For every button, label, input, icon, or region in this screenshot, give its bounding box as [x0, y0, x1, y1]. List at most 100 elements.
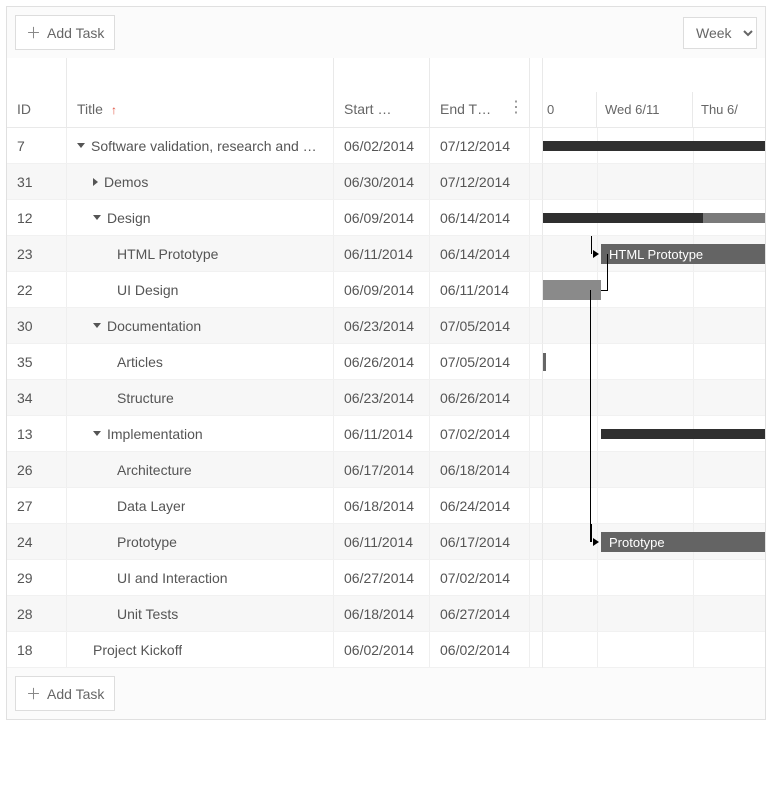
table-row[interactable]: 30Documentation06/23/201407/05/2014 [7, 308, 542, 344]
cell-end: 06/14/2014 [430, 236, 530, 271]
gantt-header: 0Wed 6/11Thu 6/ [542, 58, 765, 128]
dependency-arrow-icon [593, 250, 599, 258]
cell-id: 12 [7, 200, 67, 235]
col-header-id[interactable]: ID [7, 58, 67, 127]
tree-header-row: ID Title ↑ Start … End T… ⋮ [7, 58, 542, 128]
cell-start: 06/11/2014 [334, 416, 430, 451]
gantt-row[interactable] [542, 560, 765, 596]
table-row[interactable]: 13Implementation06/11/201407/02/2014 [7, 416, 542, 452]
cell-title[interactable]: Architecture [67, 452, 334, 487]
gantt-app: ＋ Add Task Week ID Title ↑ Start … End T… [6, 6, 766, 720]
table-row[interactable]: 26Architecture06/17/201406/18/2014 [7, 452, 542, 488]
cell-end: 06/27/2014 [430, 596, 530, 631]
gantt-row[interactable]: Prototype [542, 524, 765, 560]
toolbar: ＋ Add Task Week [7, 7, 765, 58]
tree-list-pane: ID Title ↑ Start … End T… ⋮ 7Software va… [7, 58, 542, 668]
cell-title[interactable]: Prototype [67, 524, 334, 559]
gantt-row[interactable] [542, 128, 765, 164]
gantt-summary-bar[interactable] [601, 429, 765, 439]
cell-start: 06/02/2014 [334, 128, 430, 163]
table-row[interactable]: 22UI Design06/09/201406/11/2014 [7, 272, 542, 308]
table-row[interactable]: 24Prototype06/11/201406/17/2014 [7, 524, 542, 560]
chevron-down-icon[interactable] [93, 323, 101, 328]
cell-end: 07/12/2014 [430, 128, 530, 163]
cell-end: 06/18/2014 [430, 452, 530, 487]
gantt-row[interactable] [542, 344, 765, 380]
cell-title[interactable]: Implementation [67, 416, 334, 451]
table-row[interactable]: 23HTML Prototype06/11/201406/14/2014 [7, 236, 542, 272]
task-title: Project Kickoff [93, 642, 182, 658]
chevron-down-icon[interactable] [77, 143, 85, 148]
column-menu-icon[interactable]: ⋮ [508, 97, 523, 117]
cell-title[interactable]: Data Layer [67, 488, 334, 523]
gantt-row[interactable] [542, 308, 765, 344]
table-row[interactable]: 12Design06/09/201406/14/2014 [7, 200, 542, 236]
gantt-task-bar[interactable] [543, 353, 546, 371]
cell-start: 06/27/2014 [334, 560, 430, 595]
task-title: Demos [104, 174, 148, 190]
gantt-row[interactable] [542, 200, 765, 236]
cell-title[interactable]: Structure [67, 380, 334, 415]
cell-title[interactable]: Design [67, 200, 334, 235]
cell-title[interactable]: Demos [67, 164, 334, 199]
gantt-task-bar[interactable]: HTML Prototype [601, 244, 765, 264]
add-task-button[interactable]: ＋ Add Task [15, 15, 115, 50]
table-row[interactable]: 34Structure06/23/201406/26/2014 [7, 380, 542, 416]
gantt-summary-bar[interactable] [543, 141, 765, 151]
chevron-right-icon[interactable] [93, 178, 98, 186]
cell-id: 23 [7, 236, 67, 271]
gantt-task-bar[interactable]: Prototype [601, 532, 765, 552]
cell-start: 06/17/2014 [334, 452, 430, 487]
cell-title[interactable]: Documentation [67, 308, 334, 343]
gantt-row[interactable] [542, 632, 765, 668]
add-task-label: Add Task [47, 25, 104, 41]
table-row[interactable]: 31Demos06/30/201407/12/2014 [7, 164, 542, 200]
gantt-row[interactable] [542, 164, 765, 200]
col-header-end[interactable]: End T… ⋮ [430, 58, 530, 127]
gantt-row[interactable]: HTML Prototype [542, 236, 765, 272]
gantt-task-bar[interactable] [543, 280, 601, 300]
cell-title[interactable]: Project Kickoff [67, 632, 334, 667]
add-task-button-footer[interactable]: ＋ Add Task [15, 676, 115, 711]
gantt-row[interactable] [542, 596, 765, 632]
table-row[interactable]: 27Data Layer06/18/201406/24/2014 [7, 488, 542, 524]
table-row[interactable]: 28Unit Tests06/18/201406/27/2014 [7, 596, 542, 632]
col-header-start[interactable]: Start … [334, 58, 430, 127]
cell-id: 31 [7, 164, 67, 199]
gantt-summary-bar[interactable] [543, 213, 703, 223]
gantt-row[interactable] [542, 488, 765, 524]
table-row[interactable]: 35Articles06/26/201407/05/2014 [7, 344, 542, 380]
cell-title[interactable]: Unit Tests [67, 596, 334, 631]
cell-title[interactable]: UI and Interaction [67, 560, 334, 595]
cell-title[interactable]: Software validation, research and … [67, 128, 334, 163]
col-header-title[interactable]: Title ↑ [67, 58, 334, 127]
cell-end: 07/12/2014 [430, 164, 530, 199]
gantt-rows[interactable]: HTML Prototype Prototype [542, 128, 765, 668]
cell-title[interactable]: Articles [67, 344, 334, 379]
plus-icon: ＋ [26, 22, 41, 43]
cell-id: 28 [7, 596, 67, 631]
table-row[interactable]: 29UI and Interaction06/27/201407/02/2014 [7, 560, 542, 596]
gantt-row[interactable] [542, 380, 765, 416]
gantt-pane: 0Wed 6/11Thu 6/ HTML Prototype Prototype [542, 58, 765, 668]
table-row[interactable]: 7Software validation, research and …06/0… [7, 128, 542, 164]
task-title: Documentation [107, 318, 201, 334]
cell-title[interactable]: HTML Prototype [67, 236, 334, 271]
cell-end: 06/26/2014 [430, 380, 530, 415]
view-select[interactable]: Week [683, 17, 757, 49]
chevron-down-icon[interactable] [93, 431, 101, 436]
cell-start: 06/23/2014 [334, 308, 430, 343]
gantt-row[interactable] [542, 272, 765, 308]
gantt-summary-bar[interactable] [703, 213, 765, 223]
task-title: UI Design [117, 282, 178, 298]
tree-rows: 7Software validation, research and …06/0… [7, 128, 542, 668]
table-row[interactable]: 18Project Kickoff06/02/201406/02/2014 [7, 632, 542, 668]
gantt-row[interactable] [542, 416, 765, 452]
task-title: Articles [117, 354, 163, 370]
grid: ID Title ↑ Start … End T… ⋮ 7Software va… [7, 58, 765, 668]
gantt-row[interactable] [542, 452, 765, 488]
cell-title[interactable]: UI Design [67, 272, 334, 307]
cell-end: 07/02/2014 [430, 560, 530, 595]
chevron-down-icon[interactable] [93, 215, 101, 220]
cell-end: 06/02/2014 [430, 632, 530, 667]
